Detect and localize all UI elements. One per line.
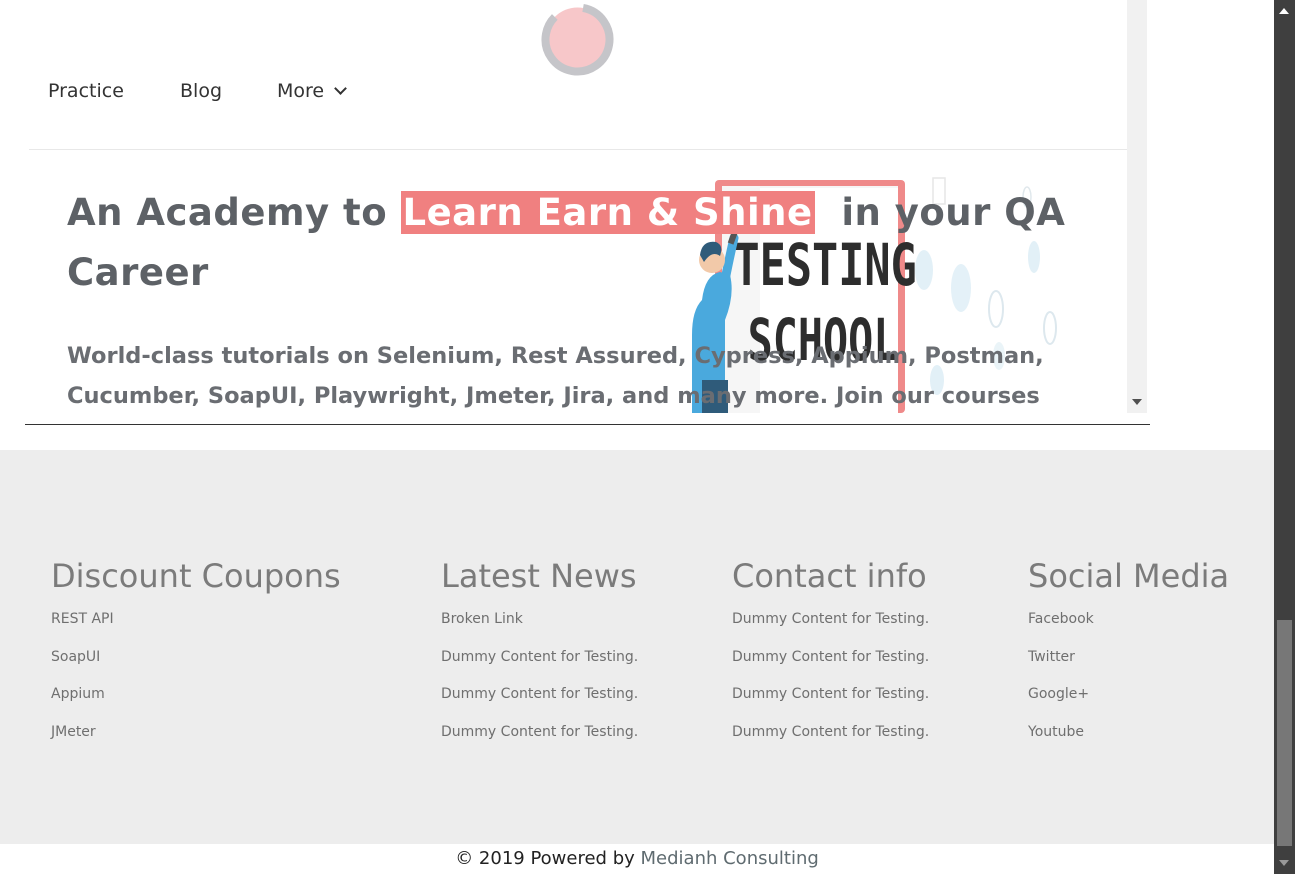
hero-title-highlight: Learn Earn & Shine: [400, 191, 815, 234]
footer-column-contact-info: Contact info Dummy Content for Testing. …: [732, 556, 929, 761]
footer-heading: Discount Coupons: [51, 557, 341, 595]
footer-link-twitter[interactable]: Twitter: [1028, 648, 1229, 686]
footer-column-social-media: Social Media Facebook Twitter Google+ Yo…: [1028, 556, 1229, 761]
footer-column-discount-coupons: Discount Coupons REST API SoapUI Appium …: [51, 556, 341, 761]
footer-heading: Latest News: [441, 557, 637, 595]
scroll-down-arrow-icon[interactable]: [1279, 860, 1289, 866]
frame-bottom-border: [25, 424, 1150, 425]
page-scrollbar[interactable]: [1274, 0, 1295, 874]
copyright: © 2019 Powered by Medianh Consulting: [0, 844, 1274, 874]
footer-link[interactable]: JMeter: [51, 723, 341, 761]
footer-link[interactable]: Dummy Content for Testing.: [441, 648, 638, 686]
nav-item-practice[interactable]: Practice: [48, 80, 124, 102]
footer-heading: Contact info: [732, 557, 927, 595]
embedded-frame: Practice Blog More TESTING SCHOOL An Aca…: [0, 0, 1147, 413]
nav-item-blog[interactable]: Blog: [180, 80, 222, 102]
scrollbar-thumb[interactable]: [1277, 620, 1292, 846]
footer-link[interactable]: Dummy Content for Testing.: [441, 723, 638, 761]
nav-divider: [29, 149, 1127, 150]
nav-item-more-label: More: [277, 80, 325, 102]
hero-title-start: An Academy to: [67, 191, 401, 234]
footer-link-facebook[interactable]: Facebook: [1028, 610, 1229, 648]
nav-item-more[interactable]: More: [277, 80, 347, 102]
chevron-down-icon: [334, 82, 347, 95]
footer-link[interactable]: Dummy Content for Testing.: [732, 610, 929, 648]
footer-link[interactable]: SoapUI: [51, 648, 341, 686]
loading-spinner-icon: [541, 3, 614, 76]
footer-link[interactable]: Dummy Content for Testing.: [732, 648, 929, 686]
copyright-text: © 2019 Powered by: [455, 848, 641, 869]
copyright-brand-link[interactable]: Medianh Consulting: [641, 848, 819, 869]
footer-column-latest-news: Latest News Broken Link Dummy Content fo…: [441, 556, 638, 761]
frame-scrollbar[interactable]: [1127, 0, 1147, 413]
scroll-down-arrow-icon[interactable]: [1132, 399, 1142, 405]
footer-link-youtube[interactable]: Youtube: [1028, 723, 1229, 761]
footer-link-google-plus[interactable]: Google+: [1028, 685, 1229, 723]
footer-link[interactable]: Dummy Content for Testing.: [732, 685, 929, 723]
footer-link[interactable]: Dummy Content for Testing.: [732, 723, 929, 761]
footer-link[interactable]: Appium: [51, 685, 341, 723]
hero-title: An Academy to Learn Earn & Shine in your…: [67, 183, 1067, 303]
hero-subtitle: World-class tutorials on Selenium, Rest …: [67, 343, 1044, 409]
footer-link[interactable]: Dummy Content for Testing.: [441, 685, 638, 723]
scroll-up-arrow-icon[interactable]: [1279, 8, 1289, 14]
footer: Discount Coupons REST API SoapUI Appium …: [0, 450, 1274, 844]
footer-link[interactable]: Broken Link: [441, 610, 638, 648]
footer-link[interactable]: REST API: [51, 610, 341, 648]
footer-heading: Social Media: [1028, 557, 1230, 595]
